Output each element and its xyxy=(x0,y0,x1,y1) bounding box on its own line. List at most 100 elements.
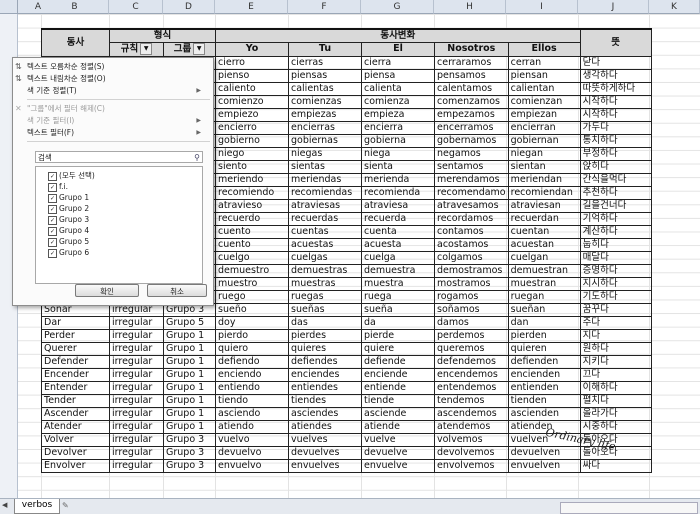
cell-conj[interactable]: envuelve xyxy=(361,458,435,473)
cell-conj[interactable]: demuestras xyxy=(288,263,362,278)
cell-conj[interactable]: meriendan xyxy=(507,172,581,187)
cell-conj[interactable]: colgamos xyxy=(434,250,509,265)
cell-conj[interactable]: empiezas xyxy=(288,107,362,122)
cell-conj[interactable]: envuelves xyxy=(288,458,362,473)
cell-conj[interactable]: soñamos xyxy=(434,302,509,317)
cell-verb[interactable]: Envolver xyxy=(41,458,110,473)
cell-conj[interactable]: asciende xyxy=(361,406,435,421)
cell-conj[interactable]: entiendes xyxy=(288,380,362,395)
checkbox-checked-icon[interactable]: ✓ xyxy=(48,193,57,203)
cell-conj[interactable]: enciendo xyxy=(215,367,289,382)
cell-conj[interactable]: demuestran xyxy=(507,263,581,278)
cell-conj[interactable]: recuerda xyxy=(361,211,435,226)
cell-meaning[interactable]: 지키다 xyxy=(579,354,652,369)
column-header-i[interactable]: I xyxy=(506,0,578,14)
column-header-c[interactable]: C xyxy=(109,0,163,14)
cell-meaning[interactable]: 올라가다 xyxy=(579,406,652,421)
column-header-j[interactable]: J xyxy=(578,0,649,14)
cell-conj[interactable]: cierro xyxy=(215,55,289,70)
column-header-d[interactable]: D xyxy=(163,0,215,14)
cell-conj[interactable]: cuelgan xyxy=(507,250,581,265)
cell-meaning[interactable]: 지다 xyxy=(579,328,652,343)
cell-conj[interactable]: gobernamos xyxy=(434,133,509,148)
cell-conj[interactable]: siento xyxy=(215,159,289,174)
cell-meaning[interactable]: 추천하다 xyxy=(579,185,652,200)
cell-conj[interactable]: recuerdo xyxy=(215,211,289,226)
cell-rule[interactable]: irregular xyxy=(109,341,164,356)
cell-meaning[interactable]: 시중하다 xyxy=(579,419,652,434)
cell-group[interactable]: Grupo 5 xyxy=(163,315,216,330)
cell-conj[interactable]: atraviesas xyxy=(288,198,362,213)
cell-meaning[interactable]: 꿈꾸다 xyxy=(579,302,652,317)
cell-conj[interactable]: enciendes xyxy=(288,367,362,382)
filter-option[interactable]: ✓ Grupo 2 xyxy=(48,204,89,214)
cell-conj[interactable]: queremos xyxy=(434,341,509,356)
cell-conj[interactable]: atravesamos xyxy=(434,198,509,213)
cell-conj[interactable]: doy xyxy=(215,315,289,330)
cell-group[interactable]: Grupo 3 xyxy=(163,445,216,460)
filter-option[interactable]: ✓ Grupo 6 xyxy=(48,248,89,258)
cell-conj[interactable]: encienden xyxy=(507,367,581,382)
cell-conj[interactable]: volvemos xyxy=(434,432,509,447)
cell-conj[interactable]: das xyxy=(288,315,362,330)
filter-active-icon[interactable]: ▼ xyxy=(140,43,153,55)
cell-meaning[interactable]: 원하다 xyxy=(579,341,652,356)
cell-conj[interactable]: cerran xyxy=(507,55,581,70)
cell-conj[interactable]: calientas xyxy=(288,81,362,96)
cell-conj[interactable]: devuelven xyxy=(507,445,581,460)
cell-verb[interactable]: Querer xyxy=(41,341,110,356)
cell-group[interactable]: Grupo 3 xyxy=(163,458,216,473)
cell-conj[interactable]: empiezan xyxy=(507,107,581,122)
cell-conj[interactable]: ruegas xyxy=(288,289,362,304)
cell-conj[interactable]: tiendo xyxy=(215,393,289,408)
cell-conj[interactable]: atiendes xyxy=(288,419,362,434)
ok-button[interactable]: 확인 xyxy=(75,284,139,297)
cell-conj[interactable]: meriendo xyxy=(215,172,289,187)
cell-meaning[interactable]: 간식을먹다 xyxy=(579,172,652,187)
cell-conj[interactable]: muestro xyxy=(215,276,289,291)
cell-conj[interactable]: dan xyxy=(507,315,581,330)
cell-verb[interactable]: Volver xyxy=(41,432,110,447)
cell-conj[interactable]: atravieso xyxy=(215,198,289,213)
cell-conj[interactable]: perdemos xyxy=(434,328,509,343)
cell-conj[interactable]: gobierno xyxy=(215,133,289,148)
cell-conj[interactable]: gobierna xyxy=(361,133,435,148)
menu-filter-by-color[interactable]: 색 기준 필터(I) ▶ xyxy=(27,115,207,126)
menu-sort-ascending[interactable]: 텍스트 오름차순 정렬(S) xyxy=(27,61,104,72)
cell-conj[interactable]: encendemos xyxy=(434,367,509,382)
cell-conj[interactable]: sentamos xyxy=(434,159,509,174)
cell-conj[interactable]: entiende xyxy=(361,380,435,395)
cell-rule[interactable]: irregular xyxy=(109,367,164,382)
cell-conj[interactable]: recomendamo xyxy=(434,185,509,200)
cell-meaning[interactable]: 눕히다 xyxy=(579,237,652,252)
filter-option[interactable]: ✓ Grupo 5 xyxy=(48,237,89,247)
cell-conj[interactable]: atiende xyxy=(361,419,435,434)
cell-meaning[interactable]: 부정하다 xyxy=(579,146,652,161)
cell-conj[interactable]: demuestro xyxy=(215,263,289,278)
cell-group[interactable]: Grupo 1 xyxy=(163,341,216,356)
cell-conj[interactable]: pierdo xyxy=(215,328,289,343)
cell-conj[interactable]: sienta xyxy=(361,159,435,174)
menu-sort-descending[interactable]: 텍스트 내림차순 정렬(O) xyxy=(27,73,106,84)
cell-conj[interactable]: meriendas xyxy=(288,172,362,187)
cell-meaning[interactable]: 따뜻하게하다 xyxy=(579,81,652,96)
menu-text-filter[interactable]: 텍스트 필터(F) ▶ xyxy=(27,127,207,138)
cell-conj[interactable]: envuelven xyxy=(507,458,581,473)
cell-rule[interactable]: irregular xyxy=(109,432,164,447)
cell-rule[interactable]: irregular xyxy=(109,380,164,395)
cell-conj[interactable]: demostramos xyxy=(434,263,509,278)
filter-option[interactable]: ✓ f.i. xyxy=(48,182,68,192)
cell-meaning[interactable]: 기도하다 xyxy=(579,289,652,304)
cell-conj[interactable]: gobiernas xyxy=(288,133,362,148)
cell-conj[interactable]: defiendo xyxy=(215,354,289,369)
cell-conj[interactable]: cuelga xyxy=(361,250,435,265)
cell-group[interactable]: Grupo 1 xyxy=(163,367,216,382)
cell-conj[interactable]: entiendo xyxy=(215,380,289,395)
cell-verb[interactable]: Defender xyxy=(41,354,110,369)
cell-group[interactable]: Grupo 1 xyxy=(163,406,216,421)
cell-conj[interactable]: vuelvo xyxy=(215,432,289,447)
cell-conj[interactable]: comenzamos xyxy=(434,94,509,109)
cell-conj[interactable]: cuento xyxy=(215,224,289,239)
cell-rule[interactable]: irregular xyxy=(109,315,164,330)
cell-conj[interactable]: encerramos xyxy=(434,120,509,135)
